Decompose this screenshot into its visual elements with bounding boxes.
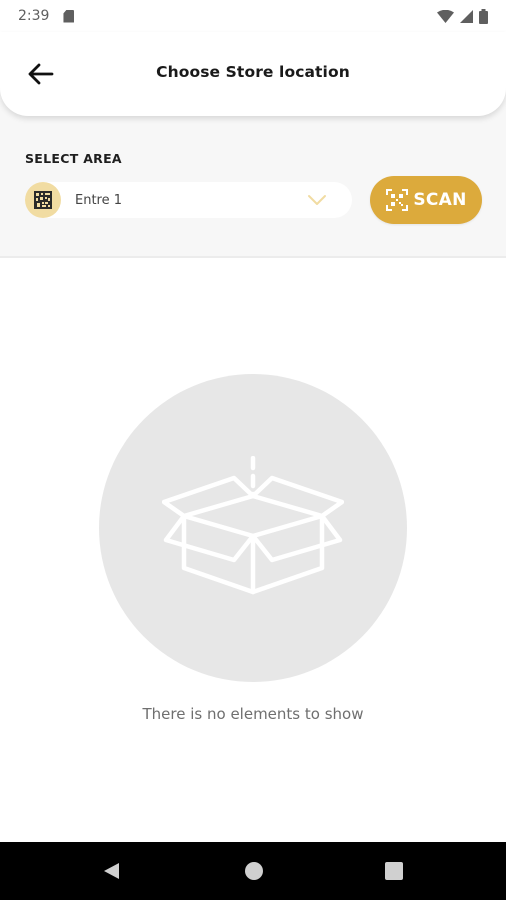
store-location-list: There is no elements to show xyxy=(0,258,506,842)
scan-button-label: SCAN xyxy=(413,190,467,210)
wifi-icon xyxy=(437,9,454,23)
signal-icon xyxy=(460,9,473,23)
status-bar: 2:39 xyxy=(0,0,506,32)
area-section: SELECT AREA Entre 1 SCAN xyxy=(0,116,506,256)
navigation-bar xyxy=(0,842,506,900)
nav-home-icon[interactable] xyxy=(244,861,264,881)
select-area-label: SELECT AREA xyxy=(25,151,122,166)
page-title: Choose Store location xyxy=(156,63,350,81)
screen: 2:39 Choose Store location SELECT AREA E… xyxy=(0,0,506,900)
app-header: Choose Store location xyxy=(0,32,506,116)
qr-code-icon xyxy=(34,191,52,209)
area-selected-value: Entre 1 xyxy=(75,192,123,208)
open-box-icon xyxy=(162,456,344,595)
status-time: 2:39 xyxy=(18,8,50,24)
nav-back-icon[interactable] xyxy=(101,861,121,881)
qr-scan-icon xyxy=(386,189,409,211)
nav-recents-icon[interactable] xyxy=(384,861,404,881)
status-icons xyxy=(437,8,488,24)
battery-icon xyxy=(479,8,488,24)
sd-card-icon xyxy=(63,9,75,23)
scan-button[interactable]: SCAN xyxy=(370,176,482,224)
area-badge xyxy=(25,182,61,218)
empty-state-illustration xyxy=(99,374,407,682)
chevron-down-icon xyxy=(307,194,327,206)
empty-state-message: There is no elements to show xyxy=(142,705,364,723)
area-dropdown[interactable]: Entre 1 xyxy=(25,182,352,218)
